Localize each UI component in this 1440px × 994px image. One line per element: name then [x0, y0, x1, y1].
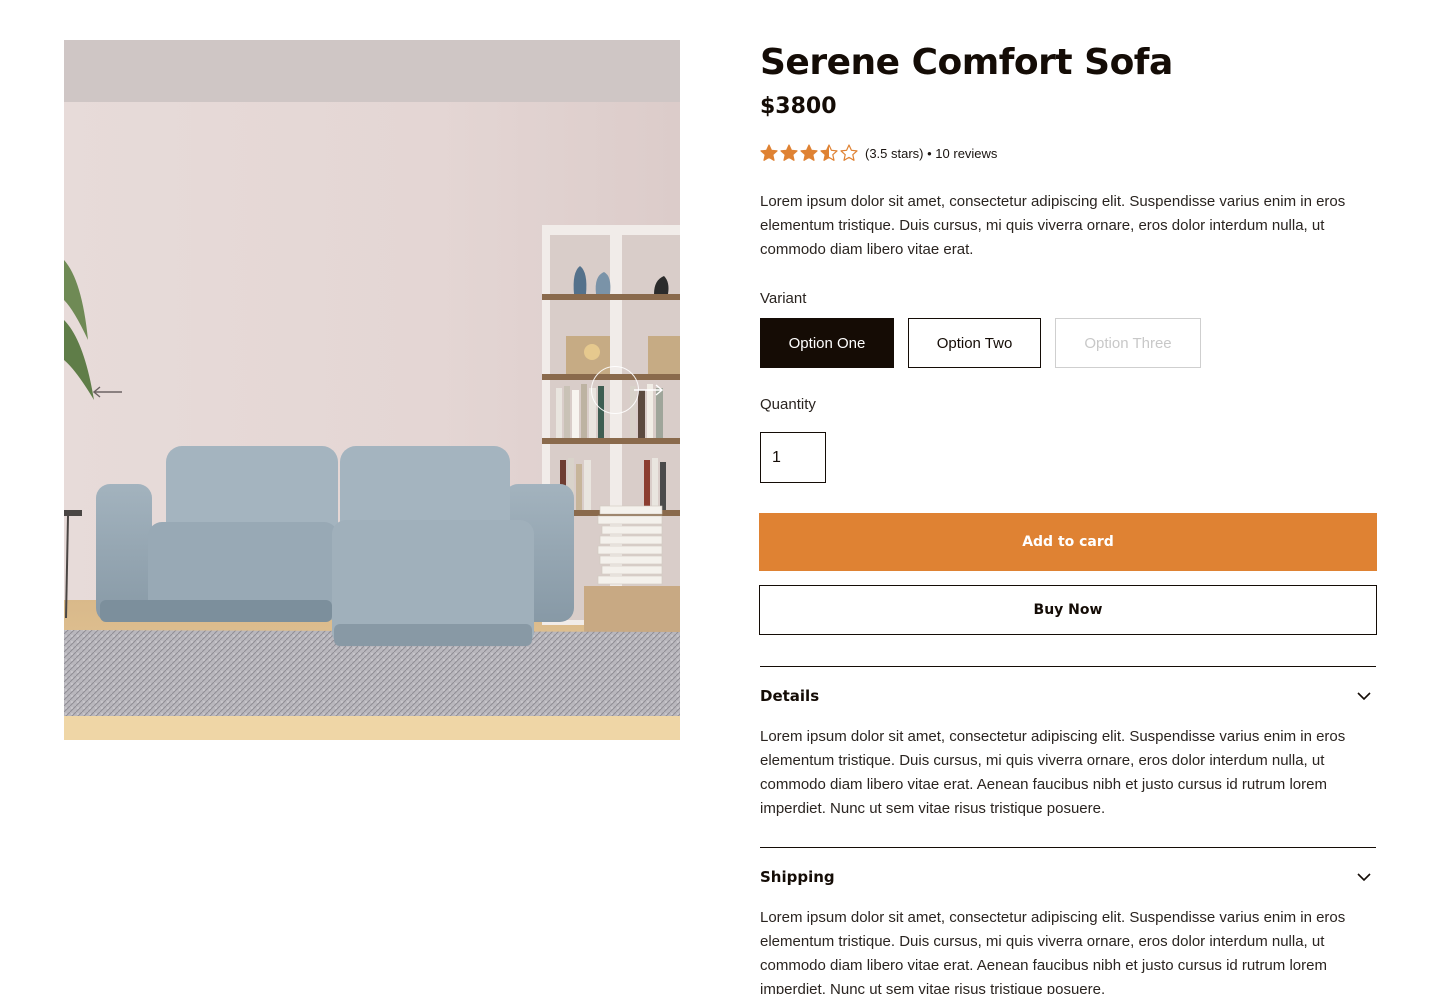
rating-text: (3.5 stars) • 10 reviews — [865, 145, 998, 161]
product-rating: (3.5 stars) • 10 reviews — [760, 143, 1377, 163]
quantity-label: Quantity — [760, 396, 816, 413]
accordion-details: Details Lorem ipsum dolor sit amet, cons… — [760, 666, 1376, 821]
star-icon — [840, 144, 858, 161]
quantity-input[interactable] — [760, 432, 826, 483]
product-image-gallery — [64, 40, 680, 740]
variant-option-one[interactable]: Option One — [760, 318, 894, 368]
product-title: Serene Comfort Sofa — [760, 42, 1173, 83]
product-info: Serene Comfort Sofa $3800 (3.5 stars) • … — [759, 40, 1377, 994]
accordion-details-header[interactable]: Details — [760, 667, 1376, 725]
add-to-cart-button[interactable]: Add to card — [759, 513, 1377, 571]
accordion-details-body: Lorem ipsum dolor sit amet, consectetur … — [760, 728, 1346, 817]
accordion-shipping-header[interactable]: Shipping — [760, 848, 1376, 906]
accordion-shipping-title: Shipping — [760, 868, 835, 886]
product-price: $3800 — [760, 94, 837, 119]
chevron-down-icon — [1357, 873, 1371, 882]
accordion-shipping-body: Lorem ipsum dolor sit amet, consectetur … — [760, 909, 1346, 994]
star-icon — [760, 144, 778, 161]
buy-now-button[interactable]: Buy Now — [759, 585, 1377, 635]
variant-options: Option One Option Two Option Three — [760, 318, 1377, 368]
product-photo — [64, 40, 680, 740]
star-icon — [800, 144, 818, 161]
arrow-right-icon — [634, 384, 663, 396]
arrow-left-icon — [93, 386, 122, 398]
rating-stars — [760, 144, 858, 162]
chevron-down-icon — [1357, 692, 1371, 701]
accordion-details-title: Details — [760, 687, 820, 705]
star-icon — [780, 144, 798, 161]
variant-option-three[interactable]: Option Three — [1055, 318, 1201, 368]
next-image-button[interactable] — [626, 375, 670, 405]
accordion-shipping: Shipping Lorem ipsum dolor sit amet, con… — [760, 847, 1376, 994]
product-description: Lorem ipsum dolor sit amet, consectetur … — [760, 193, 1346, 258]
star-icon — [820, 144, 838, 161]
variant-option-two[interactable]: Option Two — [908, 318, 1041, 368]
previous-image-button[interactable] — [86, 377, 130, 407]
variant-label: Variant — [760, 290, 807, 307]
